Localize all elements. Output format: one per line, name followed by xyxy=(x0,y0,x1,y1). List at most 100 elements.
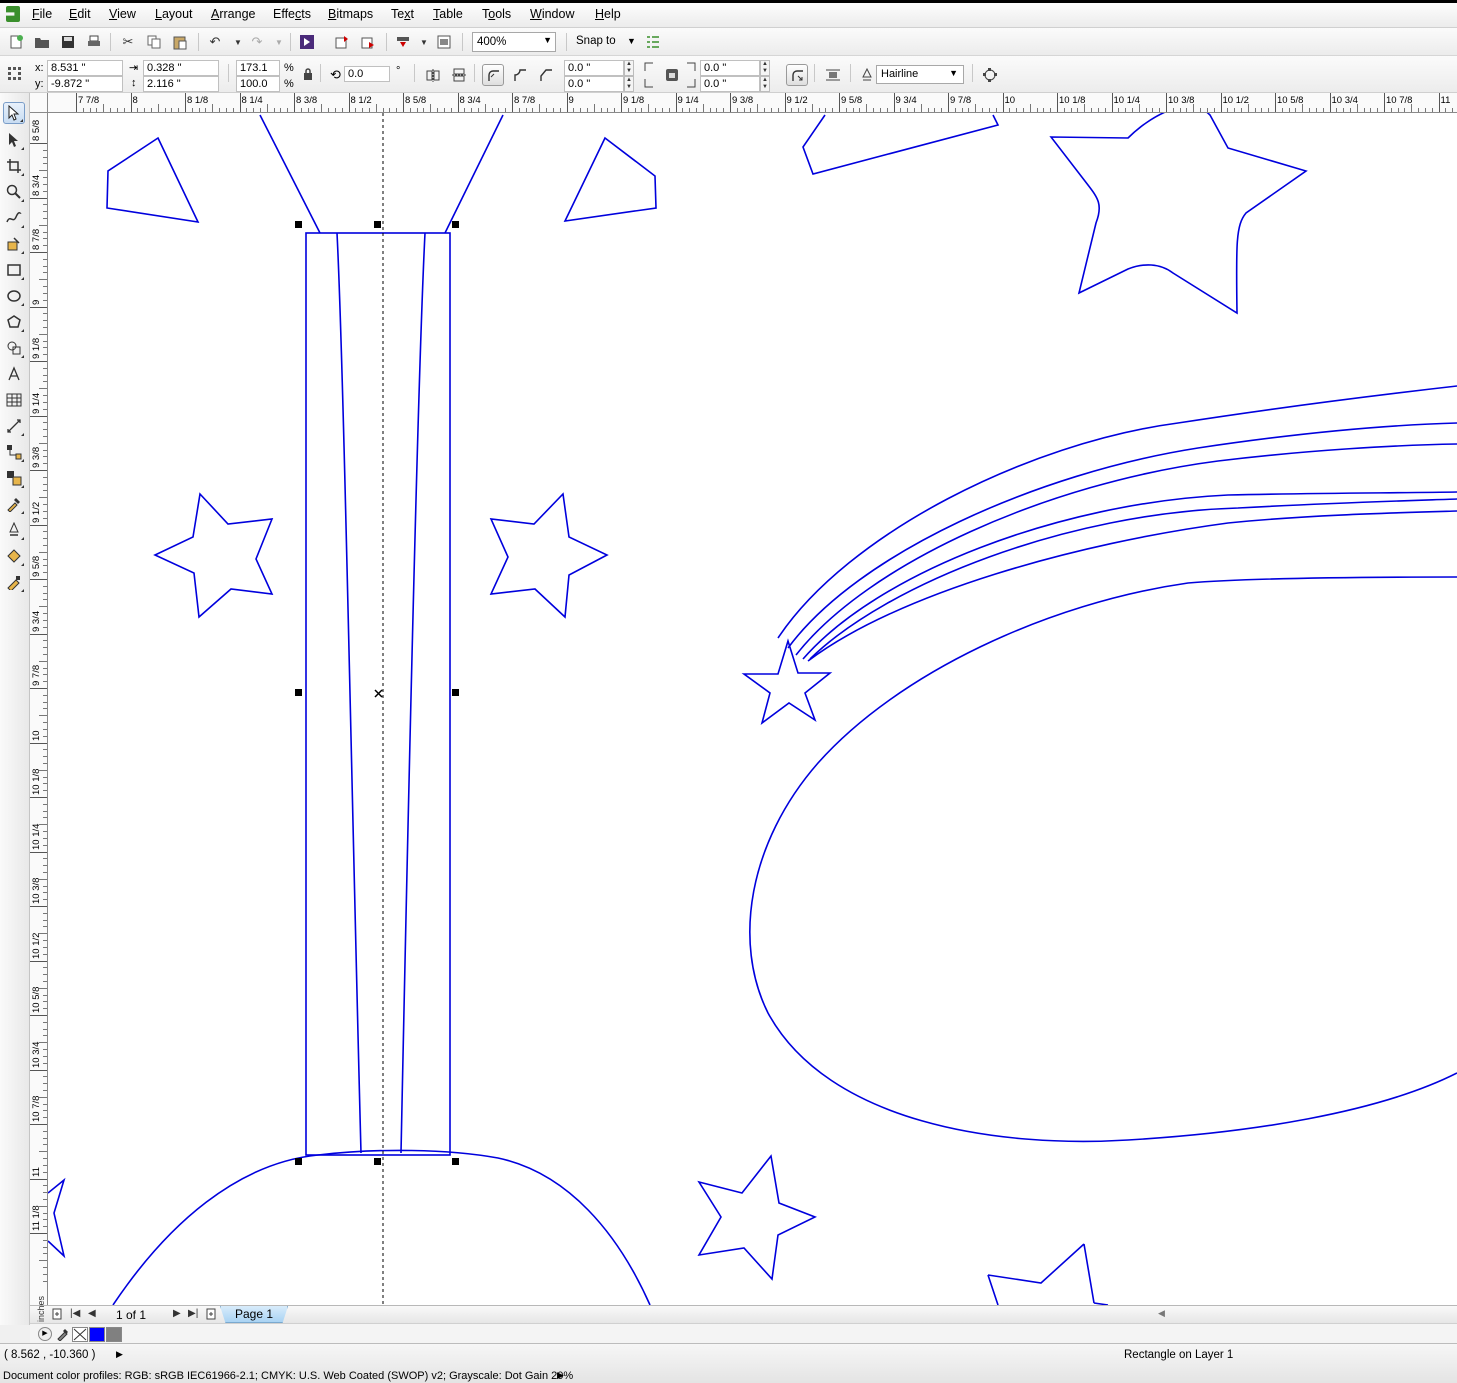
palette-menu-icon[interactable]: ▶ xyxy=(38,1327,52,1341)
profiles-expand-icon[interactable]: ▶ xyxy=(557,1370,564,1381)
search-content-icon[interactable] xyxy=(297,32,317,52)
ruler-origin[interactable] xyxy=(30,93,48,113)
corner-br-spinner[interactable]: ▲ ▼ xyxy=(760,76,770,92)
menu-file[interactable]: File xyxy=(32,7,52,21)
scale-x-input[interactable]: 173.1 xyxy=(236,60,280,76)
mirror-vertical-icon[interactable] xyxy=(449,65,469,85)
tab-page-1[interactable]: Page 1 xyxy=(220,1306,289,1323)
redo-icon[interactable]: ↷ xyxy=(247,32,267,52)
zoom-level-dropdown[interactable]: 400% ▼ xyxy=(472,32,556,52)
menu-view[interactable]: View xyxy=(109,7,136,21)
convert-to-curves-icon[interactable] xyxy=(980,65,1000,85)
snap-to-button[interactable]: Snap to xyxy=(576,35,616,47)
round-corner-button[interactable] xyxy=(482,64,504,86)
corner-radius-bottom-right-input[interactable]: 0.0 " xyxy=(700,76,760,92)
outline-width-dropdown[interactable]: Hairline ▼ xyxy=(876,65,964,84)
pick-tool-icon[interactable] xyxy=(3,102,25,124)
corner-tl-spinner[interactable]: ▲ ▼ xyxy=(624,60,634,76)
export-icon[interactable] xyxy=(358,32,378,52)
corner-bl-spinner[interactable]: ▲ ▼ xyxy=(624,76,634,92)
application-launcher-icon[interactable] xyxy=(393,32,413,52)
smart-fill-tool-icon[interactable] xyxy=(3,233,25,255)
next-page-icon[interactable]: ▶ xyxy=(173,1308,181,1319)
lock-corners-icon[interactable] xyxy=(662,65,682,85)
basic-shapes-tool-icon[interactable] xyxy=(3,337,25,359)
status-expand-icon[interactable]: ▶ xyxy=(116,1349,123,1360)
corner-radius-top-right-input[interactable]: 0.0 " xyxy=(700,60,760,76)
interactive-fill-tool-icon[interactable] xyxy=(3,571,25,593)
no-color-swatch[interactable] xyxy=(72,1327,88,1342)
scale-y-input[interactable]: 100.0 xyxy=(236,76,280,92)
zoom-tool-icon[interactable] xyxy=(3,181,25,203)
welcome-screen-icon[interactable] xyxy=(434,32,454,52)
undo-dropdown-icon[interactable]: ▼ xyxy=(228,32,248,52)
connector-tool-icon[interactable] xyxy=(3,441,25,463)
print-icon[interactable] xyxy=(84,32,104,52)
vertical-ruler[interactable]: 8 5/8 8 3/4 8 7/8 9 9 1/8 9 1/4 9 3/8 9 1/2 9 5/… xyxy=(30,113,48,1305)
polygon-tool-icon[interactable] xyxy=(3,311,25,333)
add-page-after-icon[interactable] xyxy=(206,1308,217,1323)
launcher-dropdown-icon[interactable]: ▼ xyxy=(414,32,434,52)
menu-bitmaps[interactable]: Bitmaps xyxy=(328,7,373,21)
outline-tool-icon[interactable] xyxy=(3,519,25,541)
scalloped-corner-icon[interactable] xyxy=(510,65,530,85)
eyedropper-tool-icon[interactable] xyxy=(3,493,25,515)
cut-icon[interactable]: ✂ xyxy=(118,32,138,52)
corner-radius-top-left-input[interactable]: 0.0 " xyxy=(564,60,624,76)
y-position-input[interactable]: -9.872 " xyxy=(47,76,123,92)
freehand-tool-icon[interactable] xyxy=(3,207,25,229)
color-swatch-gray[interactable] xyxy=(106,1327,122,1342)
menu-layout[interactable]: Layout xyxy=(155,7,193,21)
menu-tools[interactable]: Tools xyxy=(482,7,511,21)
menu-help[interactable]: Help xyxy=(595,7,621,21)
relative-corner-scaling-button[interactable] xyxy=(786,64,808,86)
object-origin-icon[interactable] xyxy=(5,64,25,84)
lock-ratio-icon[interactable] xyxy=(298,64,318,84)
height-input[interactable]: 2.116 " xyxy=(143,76,219,92)
corner-radius-bottom-left-input[interactable]: 0.0 " xyxy=(564,76,624,92)
corner-tr-spinner[interactable]: ▲ ▼ xyxy=(760,60,770,76)
add-page-before-icon[interactable] xyxy=(52,1308,63,1323)
last-page-icon[interactable]: ▶| xyxy=(188,1308,198,1319)
copy-icon[interactable] xyxy=(144,32,164,52)
open-icon[interactable] xyxy=(32,32,52,52)
redo-dropdown-icon[interactable]: ▼ xyxy=(269,32,289,52)
undo-icon[interactable]: ↶ xyxy=(205,32,225,52)
menu-edit[interactable]: Edit xyxy=(69,7,91,21)
horizontal-scrollbar[interactable]: ◀ xyxy=(1158,1308,1457,1322)
blend-tool-icon[interactable] xyxy=(3,467,25,489)
paste-icon[interactable] xyxy=(170,32,190,52)
dimension-tool-icon[interactable] xyxy=(3,415,25,437)
ellipse-tool-icon[interactable] xyxy=(3,285,25,307)
previous-page-icon[interactable]: ◀ xyxy=(88,1308,96,1319)
import-icon[interactable] xyxy=(332,32,352,52)
x-position-input[interactable]: 8.531 " xyxy=(47,60,123,76)
color-profiles[interactable]: Document color profiles: RGB: sRGB IEC61… xyxy=(3,1370,573,1382)
first-page-icon[interactable]: |◀ xyxy=(70,1308,80,1319)
chamfered-corner-icon[interactable] xyxy=(536,65,556,85)
save-icon[interactable] xyxy=(58,32,78,52)
text-tool-icon[interactable] xyxy=(3,363,25,385)
width-input[interactable]: 0.328 " xyxy=(143,60,219,76)
color-swatch-blue[interactable] xyxy=(89,1327,105,1342)
crop-tool-icon[interactable] xyxy=(3,155,25,177)
wrap-text-icon[interactable] xyxy=(823,65,843,85)
app-icon[interactable] xyxy=(6,6,20,22)
snap-dropdown-icon[interactable]: ▼ xyxy=(627,36,636,46)
menu-table[interactable]: Table xyxy=(433,7,463,21)
new-document-icon[interactable] xyxy=(6,32,26,52)
menu-effects[interactable]: Effects xyxy=(273,7,311,21)
shape-tool-icon[interactable] xyxy=(3,129,25,151)
scroll-left-icon[interactable]: ◀ xyxy=(1158,1308,1165,1319)
menu-arrange[interactable]: Arrange xyxy=(211,7,255,21)
outline-pen-icon[interactable] xyxy=(857,65,877,85)
table-tool-icon[interactable] xyxy=(3,389,25,411)
mirror-horizontal-icon[interactable] xyxy=(423,65,443,85)
fill-tool-icon[interactable] xyxy=(3,545,25,567)
horizontal-ruler[interactable]: 7 7/8 8 8 1/8 8 1/4 8 3/8 8 1/2 8 5/8 8 3/4 8 7/… xyxy=(48,93,1457,113)
options-icon[interactable] xyxy=(643,32,663,52)
color-eyedropper-icon[interactable] xyxy=(56,1327,70,1344)
menu-text[interactable]: Text xyxy=(391,7,414,21)
rotation-input[interactable]: 0.0 xyxy=(344,66,390,82)
menu-window[interactable]: Window xyxy=(530,7,574,21)
